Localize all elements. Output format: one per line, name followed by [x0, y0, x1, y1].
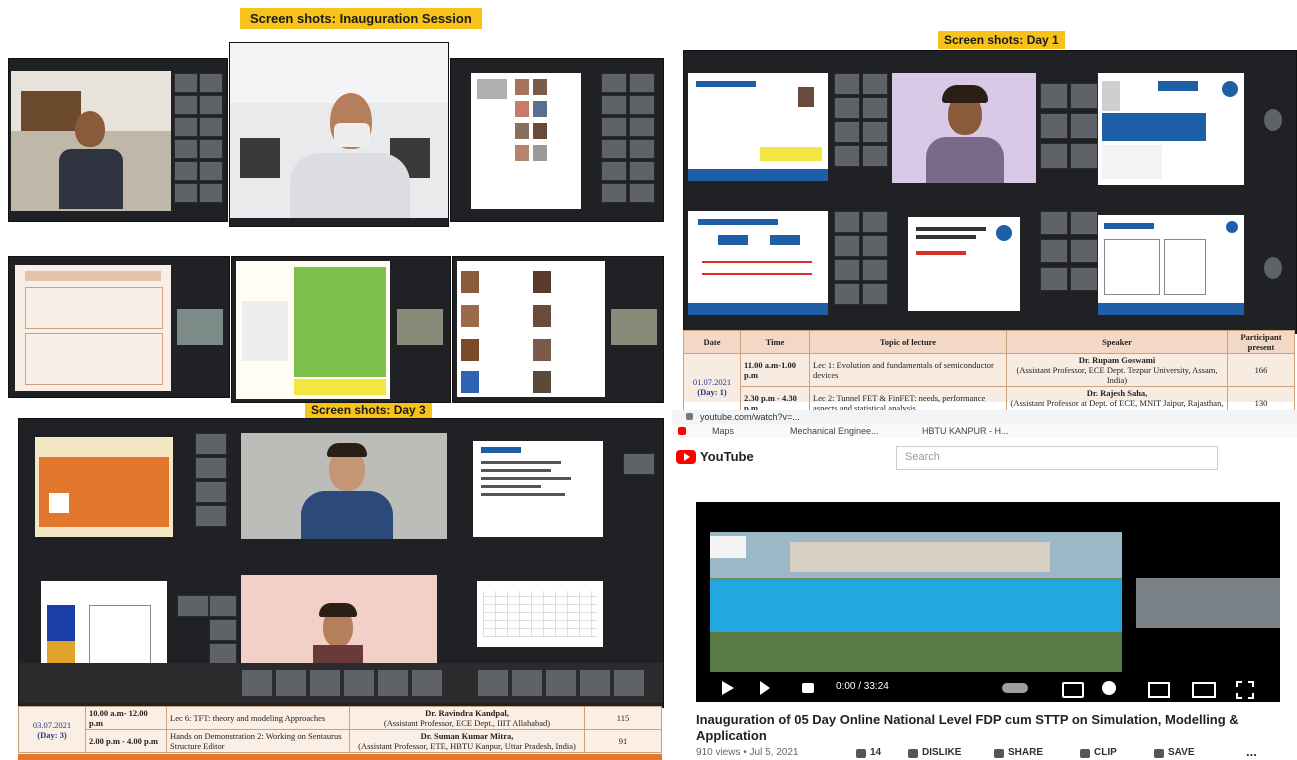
search-input[interactable]: Search: [896, 446, 1218, 470]
poster-slide: [236, 261, 390, 399]
bookmark-mechanical[interactable]: Mechanical Enginee...: [790, 426, 879, 436]
presentation-slide: [471, 73, 581, 209]
schedule-slide: [15, 265, 171, 391]
speaker-list-slide: [457, 261, 605, 397]
dislike-button[interactable]: DISLIKE: [922, 747, 961, 758]
day3-daylabel: (Day: 3): [37, 729, 67, 740]
inauguration-screenshot-4: [8, 256, 230, 398]
day1-schedule-table: Date Time Topic of lecture Speaker Parti…: [683, 330, 1295, 420]
save-button[interactable]: SAVE: [1168, 747, 1195, 758]
fullscreen-icon[interactable]: [1236, 681, 1254, 699]
day3-row2-time: 2.00 p.m - 4.00 p.m: [85, 729, 167, 753]
video-title: Inauguration of 05 Day Online National L…: [696, 712, 1239, 743]
th-topic: Topic of lecture: [809, 330, 1007, 354]
bookmarks-bar: Maps Mechanical Enginee... HBTU KANPUR -…: [672, 424, 1297, 438]
dislike-icon[interactable]: [908, 749, 918, 758]
slide-grid: [477, 581, 603, 647]
heading-day3: Screen shots: Day 3: [305, 402, 432, 418]
address-bar[interactable]: youtube.com/watch?v=...: [672, 410, 1297, 424]
day3-screenshot: [18, 418, 664, 708]
inauguration-screenshot-1: [8, 58, 228, 222]
volume-icon[interactable]: [802, 683, 814, 693]
miniplayer-icon[interactable]: [1148, 682, 1170, 698]
video-feed: [11, 71, 171, 211]
settings-icon[interactable]: [1102, 681, 1116, 695]
slide-energy-band: [688, 211, 828, 315]
video-pip: [1136, 578, 1280, 628]
slide-thin-film: [35, 437, 173, 537]
more-button[interactable]: ...: [1246, 744, 1257, 759]
share-button[interactable]: SHARE: [1008, 747, 1043, 758]
video-frame: [710, 532, 1122, 672]
day1-daylabel: (Day: 1): [697, 386, 727, 397]
day3-row1-time: 10.00 a.m- 12.00 p.m: [85, 706, 167, 730]
youtube-window: youtube.com/watch?v=... Maps Mechanical …: [672, 410, 1297, 760]
th-time: Time: [740, 330, 810, 354]
slide-motivation: [688, 73, 828, 181]
day3-row2-topic: Hands on Demonstration 2: Working on Sen…: [166, 729, 350, 753]
search-placeholder: Search: [905, 451, 940, 463]
like-icon[interactable]: [856, 749, 866, 758]
inauguration-screenshot-5: [231, 256, 451, 403]
yt-header: YouTube Search: [672, 440, 1297, 474]
clip-button[interactable]: CLIP: [1094, 747, 1117, 758]
day3-row1-speaker: Dr. Ravindra Kandpal,: [425, 708, 509, 718]
share-icon[interactable]: [994, 749, 1004, 758]
bookmark-hbtu[interactable]: HBTU KANPUR - H...: [922, 426, 1009, 436]
orange-strip: [18, 754, 662, 760]
day3-date: 03.07.2021: [32, 719, 72, 730]
play-icon[interactable]: [722, 681, 734, 695]
day3-row1-topic: Lec 6: TFT: theory and modeling Approach…: [166, 706, 350, 730]
day3-row1-aff: (Assistant Professor, ECE Dept., IIIT Al…: [383, 718, 551, 728]
time-display: 0:00 / 33:24: [836, 681, 889, 692]
video-player[interactable]: 0:00 / 33:24: [696, 502, 1280, 702]
inauguration-screenshot-2: [229, 42, 449, 227]
yt-logo-text[interactable]: YouTube: [700, 449, 754, 464]
speaker-video-day3: [241, 433, 447, 539]
save-icon[interactable]: [1154, 749, 1164, 758]
day3-row1-count: 115: [584, 706, 662, 730]
like-count[interactable]: 14: [870, 747, 881, 758]
day3-row2-aff: (Assistant Professor, ETE, HBTU Kanpur, …: [358, 741, 576, 751]
clip-icon[interactable]: [1080, 749, 1090, 758]
bookmark-maps[interactable]: Maps: [712, 426, 734, 436]
day1-row1-aff: (Assistant Professor, ECE Dept. Tezpur U…: [1016, 365, 1218, 385]
address-url: youtube.com/watch?v=...: [700, 412, 800, 422]
day1-row1-count: 166: [1227, 353, 1295, 387]
theater-icon[interactable]: [1192, 682, 1216, 698]
speaker-video: [892, 73, 1036, 183]
th-date: Date: [683, 330, 741, 354]
day1-row2-speaker: Dr. Rajesh Saha,: [1086, 388, 1148, 398]
inauguration-screenshot-6: [452, 256, 664, 403]
day3-row2-speaker: Dr. Suman Kumar Mitra,: [420, 731, 514, 741]
slide-moores-law: [1098, 215, 1244, 315]
day1-date: 01.07.2021: [692, 376, 732, 387]
day1-row1-speaker: Dr. Rupam Goswami: [1078, 355, 1156, 365]
th-present: Participant present: [1227, 330, 1295, 354]
next-icon[interactable]: [760, 681, 770, 695]
autoplay-toggle[interactable]: [1002, 683, 1028, 693]
subtitles-icon[interactable]: [1062, 682, 1084, 698]
yt-logo-icon[interactable]: [676, 450, 696, 464]
heading-inauguration: Screen shots: Inauguration Session: [240, 8, 482, 29]
th-speaker: Speaker: [1006, 330, 1228, 354]
day1-row1-topic: Lec 1: Evolution and fundamentals of sem…: [809, 353, 1007, 387]
bookmark-icon: [678, 427, 686, 435]
day1-row1-time: 11.00 a.m-1.00 p.m: [740, 353, 810, 387]
day3-row2-count: 91: [584, 729, 662, 753]
lock-icon: [686, 413, 693, 420]
day3-schedule-table: 03.07.2021 (Day: 3) 10.00 a.m- 12.00 p.m…: [18, 706, 662, 754]
speaker-video-day3-2: [241, 575, 437, 667]
player-controls: 0:00 / 33:24: [696, 674, 1280, 702]
video-meta: 910 views • Jul 5, 2021: [696, 747, 799, 758]
day1-screenshot: [683, 50, 1297, 334]
slide-evolution: [1098, 73, 1244, 185]
slide-outline: [473, 441, 603, 537]
face-mask: [334, 123, 370, 147]
heading-day1: Screen shots: Day 1: [938, 31, 1065, 49]
inauguration-screenshot-3: [450, 58, 664, 222]
slide-tunnel-fet: [908, 217, 1020, 311]
